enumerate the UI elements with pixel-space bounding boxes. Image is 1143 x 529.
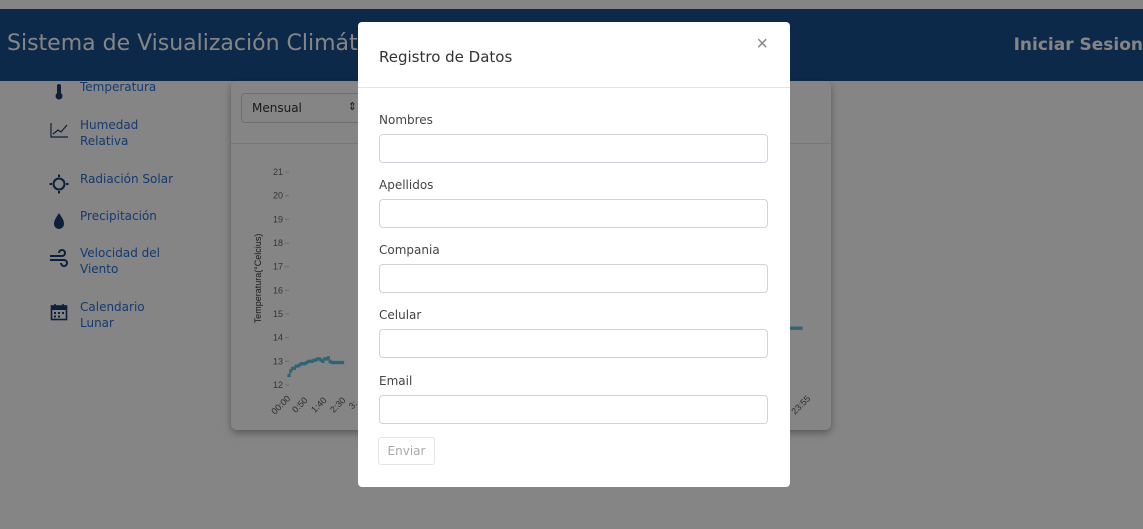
modal-header: Registro de Datos × <box>358 22 790 88</box>
compania-input[interactable] <box>379 264 768 293</box>
nombres-input[interactable] <box>379 134 768 163</box>
nombres-label: Nombres <box>379 113 433 127</box>
apellidos-input[interactable] <box>379 199 768 228</box>
celular-input[interactable] <box>379 329 768 358</box>
email-label: Email <box>379 374 413 388</box>
apellidos-label: Apellidos <box>379 178 434 192</box>
modal-title: Registro de Datos <box>379 48 513 66</box>
compania-label: Compania <box>379 243 440 257</box>
enviar-button[interactable]: Enviar <box>378 437 435 465</box>
celular-label: Celular <box>379 308 422 322</box>
close-icon[interactable]: × <box>756 34 768 54</box>
email-input[interactable] <box>379 395 768 424</box>
registro-modal: Registro de Datos × Nombres Apellidos Co… <box>358 22 790 487</box>
